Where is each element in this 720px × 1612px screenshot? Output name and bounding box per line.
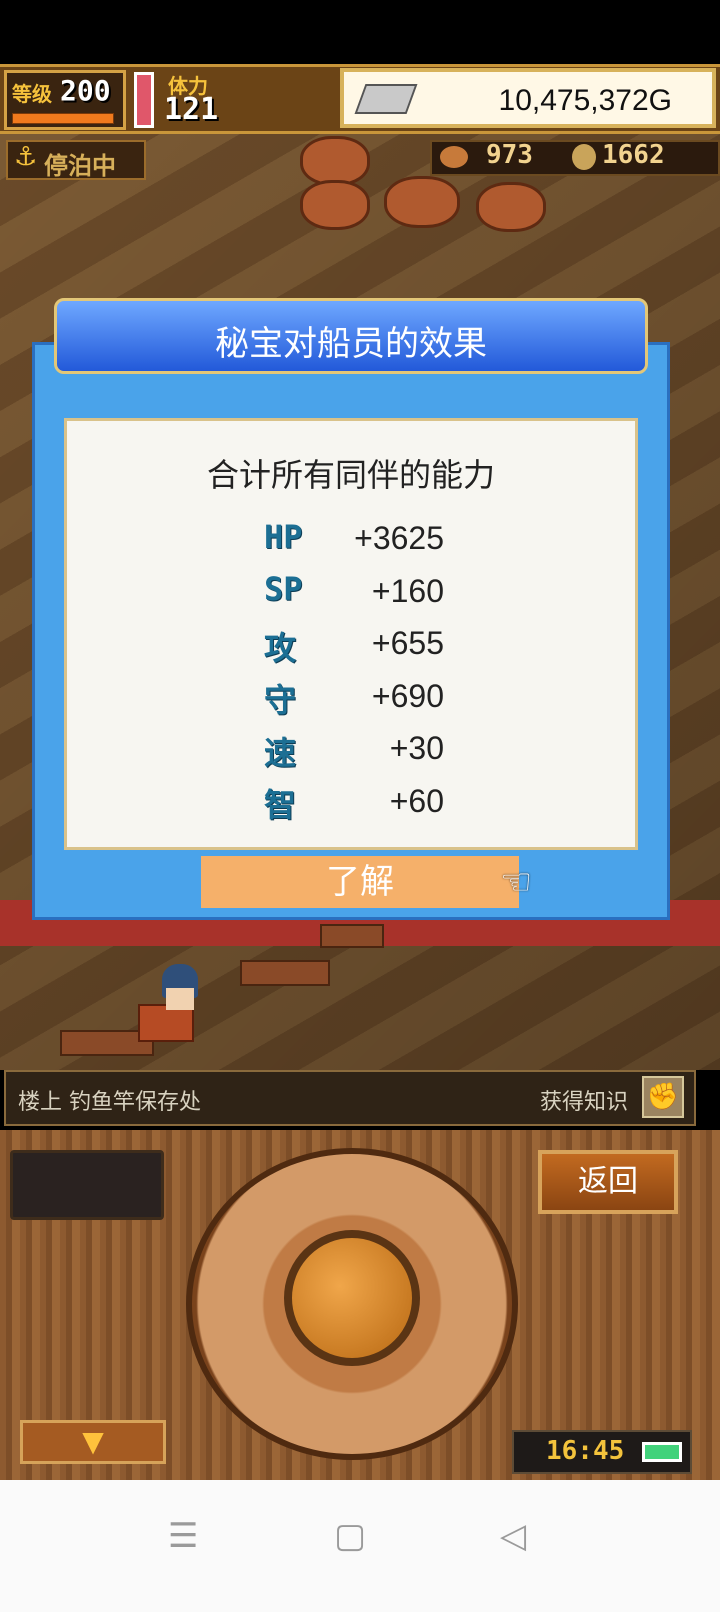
- sailor-face: [166, 988, 194, 1010]
- stat-label-defense: 守: [264, 681, 297, 719]
- stat-label-speed: 速: [264, 734, 297, 772]
- food-count: 973: [486, 140, 533, 170]
- meat-decor: [384, 176, 460, 228]
- stat-value-sp: +160: [371, 573, 444, 609]
- back-button[interactable]: 返回: [538, 1150, 678, 1214]
- stat-value-speed: +30: [389, 730, 444, 766]
- meat-decor: [300, 180, 370, 230]
- dialog-heading: 合计所有同伴的能力: [206, 456, 495, 494]
- stat-value-wisdom: +60: [389, 783, 444, 819]
- stat-label-sp: SP: [264, 570, 303, 608]
- experience-bar: [12, 113, 114, 124]
- pointing-hand-icon: ☜: [500, 862, 533, 903]
- location-label: 楼上 钓鱼竿保存处: [18, 1090, 201, 1115]
- down-arrow-button[interactable]: ▼: [20, 1420, 166, 1464]
- medal-icon: [572, 144, 596, 170]
- stat-value-defense: +690: [371, 678, 444, 714]
- mini-screen: [10, 1150, 164, 1220]
- anchor-icon: ⚓: [14, 142, 38, 172]
- level-label: 等级: [12, 82, 52, 106]
- meat-decor: [300, 136, 370, 186]
- home-icon[interactable]: ▢: [334, 1516, 366, 1556]
- stat-value-hp: +3625: [354, 520, 444, 556]
- fist-icon[interactable]: ✊: [642, 1076, 684, 1118]
- silver-bar-icon: [354, 84, 418, 114]
- bench: [320, 924, 384, 948]
- game-clock: 16:45: [546, 1436, 625, 1466]
- menu-icon[interactable]: ☰: [168, 1516, 198, 1556]
- bench: [240, 960, 330, 986]
- battery-icon: [642, 1442, 682, 1462]
- stat-label-wisdom: 智: [264, 786, 297, 824]
- back-nav-icon[interactable]: ◁: [500, 1516, 526, 1556]
- ok-button[interactable]: 了解: [201, 856, 519, 908]
- level-value: 200: [60, 74, 111, 107]
- medal-count: 1662: [602, 140, 665, 170]
- stat-label-hp: HP: [264, 518, 303, 556]
- stat-value-attack: +655: [371, 625, 444, 661]
- money-value: 10,475,372G: [498, 84, 672, 117]
- status-bar: [0, 0, 720, 64]
- anchored-label: 停泊中: [44, 152, 116, 180]
- dialog-title: 秘宝对船员的效果: [215, 324, 487, 364]
- dpad-center-button[interactable]: [284, 1230, 420, 1366]
- meat-decor: [476, 182, 546, 232]
- stamina-gauge: [134, 72, 154, 128]
- stamina-value: 121: [164, 92, 219, 127]
- food-icon: [440, 146, 468, 168]
- stat-label-attack: 攻: [264, 629, 297, 667]
- knowledge-label[interactable]: 获得知识: [540, 1084, 628, 1116]
